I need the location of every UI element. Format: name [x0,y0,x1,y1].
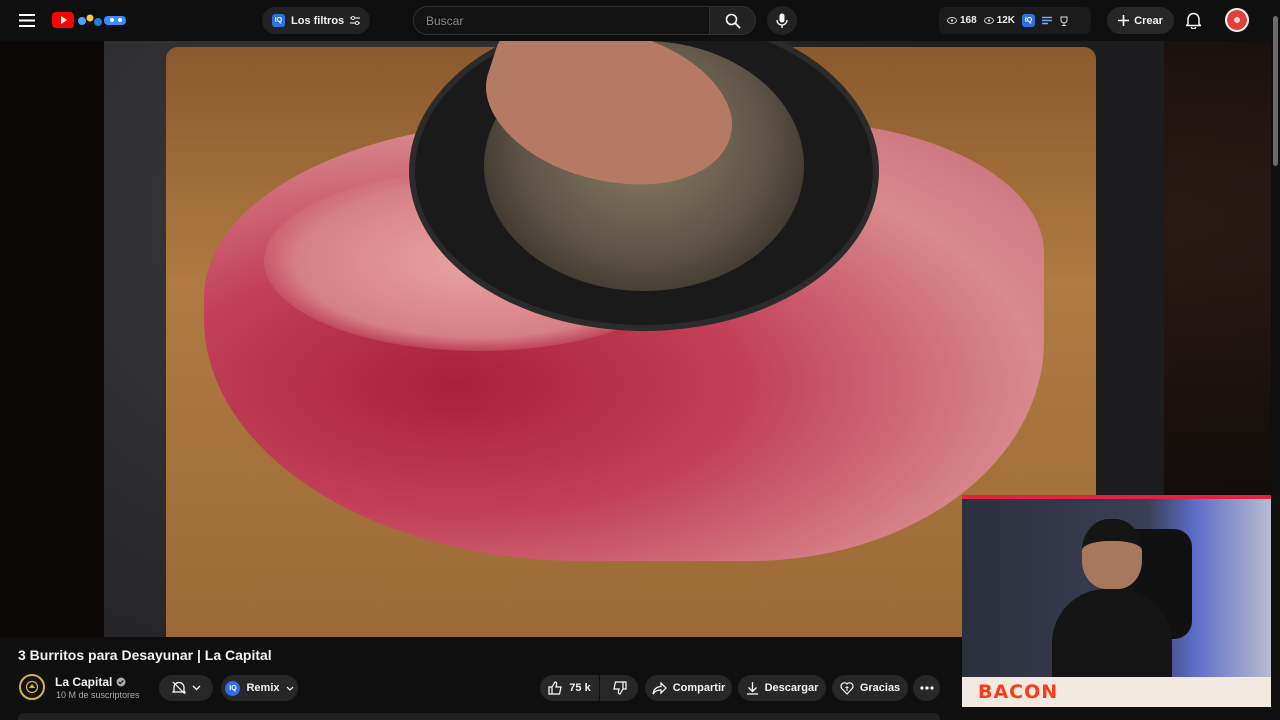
download-icon [746,681,759,695]
verified-icon [116,677,126,687]
youtube-logo[interactable] [52,10,132,30]
thanks-heart-icon [840,681,854,695]
chevron-down-icon [192,685,201,691]
thumbs-down-icon [612,681,627,695]
microphone-icon [776,13,788,29]
download-button[interactable]: Descargar [738,675,826,701]
views-count: 12K [996,15,1016,26]
plus-icon [1118,15,1130,26]
facecam-caption: BACON [962,677,1271,707]
download-label: Descargar [764,682,819,694]
trophy-icon[interactable] [1059,16,1069,26]
page-scrollbar[interactable] [1271,0,1280,720]
thanks-button[interactable]: Gracias [832,675,908,701]
top-bar: IQ Los filtros 168 12K IQ Crear [0,0,1280,41]
search-box [413,6,709,35]
channel-name-label: La Capital [55,675,113,689]
thumbs-up-icon [548,681,563,695]
channel-name[interactable]: La Capital [55,675,126,689]
thanks-label: Gracias [859,682,901,694]
share-button[interactable]: Compartir [645,675,732,701]
search-input[interactable] [414,7,709,34]
iq-badge: IQ [272,14,285,27]
subscriber-count: 10 M de suscriptores [56,690,140,700]
scrollbar-thumb[interactable] [1273,16,1278,166]
like-count: 75 k [569,682,591,694]
eye-icon [947,17,957,24]
share-icon [652,681,667,695]
like-button[interactable]: 75 k [540,675,599,701]
menu-icon[interactable] [14,8,40,32]
account-avatar[interactable] [1225,8,1249,32]
share-label: Compartir [672,682,726,694]
more-actions-button[interactable] [913,675,940,701]
iq-badge: IQ [1022,14,1036,27]
eye-icon [983,17,994,24]
notifications-button[interactable] [1180,8,1206,33]
filters-chip[interactable]: IQ Los filtros [262,7,371,34]
search-button[interactable] [709,6,756,35]
extension-stats[interactable]: 168 12K IQ [939,7,1091,34]
iq-badge: IQ [225,680,241,696]
viewers-stat: 168 [947,15,977,26]
remix-button[interactable]: IQ Remix [221,675,298,701]
search-icon [725,13,741,29]
chevron-down-icon [286,686,294,691]
channel-avatar[interactable] [19,674,45,700]
sliders-icon [350,16,361,25]
views-stat: 12K [983,15,1016,26]
video-title: 3 Burritos para Desayunar | La Capital [18,647,272,663]
voice-search-button[interactable] [767,6,797,35]
remix-label: Remix [246,682,280,694]
create-button[interactable]: Crear [1107,7,1174,34]
filters-chip-label: Los filtros [291,14,345,27]
bell-icon [1185,12,1201,29]
facecam-head [1082,519,1142,589]
create-label: Crear [1134,14,1163,27]
subscribed-notifications-button[interactable] [159,675,213,701]
more-horizontal-icon [919,686,934,690]
dislike-button[interactable] [600,675,638,701]
bell-off-icon [171,681,186,695]
description-box[interactable] [18,713,940,720]
streamer-facecam: BACON [962,495,1271,707]
viewers-count: 168 [960,15,977,26]
list-icon[interactable] [1042,16,1053,25]
